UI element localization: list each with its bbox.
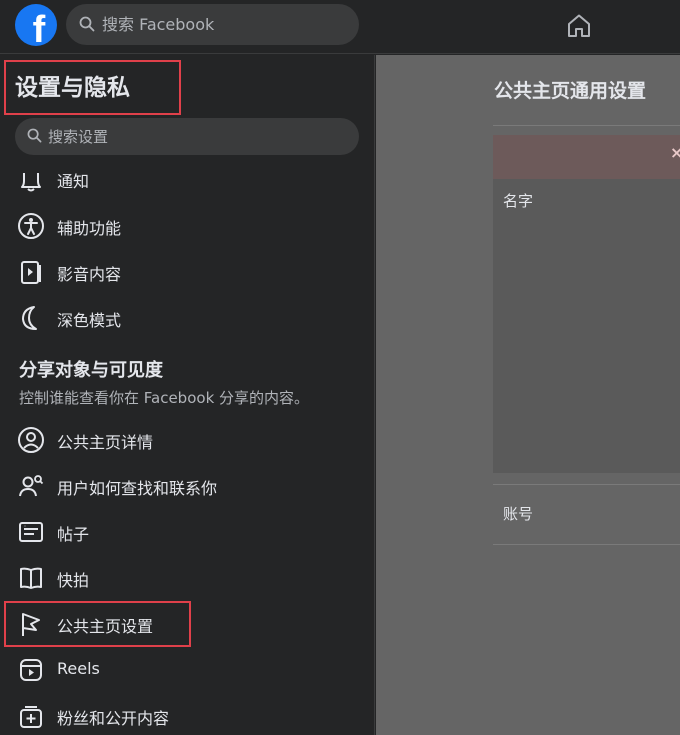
sidebar-item-accessibility[interactable]: 辅助功能 xyxy=(0,203,374,247)
sidebar-item-label: 辅助功能 xyxy=(57,219,122,238)
settings-search-input[interactable] xyxy=(48,118,348,155)
close-icon[interactable]: × xyxy=(670,143,680,162)
sidebar-item-label: 公共主页详情 xyxy=(57,433,154,452)
find-people-icon xyxy=(19,475,44,497)
sidebar-item-label: 粉丝和公开内容 xyxy=(57,709,170,728)
divider xyxy=(493,484,680,485)
profile-icon xyxy=(18,427,44,453)
sidebar-item-label: 深色模式 xyxy=(57,311,122,330)
highlight-box-page-settings xyxy=(4,601,191,647)
bell-icon xyxy=(21,173,41,192)
home-button[interactable] xyxy=(564,11,594,41)
account-field-label[interactable]: 账号 xyxy=(503,503,533,524)
sidebar-item-dark-mode[interactable]: 深色模式 xyxy=(0,295,374,339)
reels-icon xyxy=(20,659,42,681)
sidebar-item-followers[interactable]: 粉丝和公开内容 xyxy=(0,693,374,735)
moon-icon xyxy=(22,306,37,330)
posts-icon xyxy=(19,522,43,542)
sidebar-item-label: 通知 xyxy=(57,172,90,191)
name-panel: × 名字 xyxy=(493,135,680,473)
section-title: 分享对象与可见度 xyxy=(19,360,163,381)
settings-sidebar: 设置与隐私 通知 辅助功能 影音内容 深色模式 分享对象与可见度 控制谁能查看你… xyxy=(0,55,375,735)
top-bar: f xyxy=(0,0,680,54)
sidebar-item-stories[interactable]: 快拍 xyxy=(0,555,374,599)
top-search-input[interactable] xyxy=(102,4,352,45)
sidebar-item-label: 快拍 xyxy=(57,571,90,590)
search-icon xyxy=(27,128,42,143)
main-content: 公共主页通用设置 × 名字 账号 xyxy=(376,55,680,735)
stories-icon xyxy=(20,567,42,589)
facebook-logo-letter: f xyxy=(32,9,46,46)
divider xyxy=(493,125,680,126)
page-title: 公共主页通用设置 xyxy=(494,80,647,102)
sidebar-item-find-contact[interactable]: 用户如何查找和联系你 xyxy=(0,463,374,507)
highlight-box-title xyxy=(4,60,181,115)
sidebar-item-media[interactable]: 影音内容 xyxy=(0,249,374,293)
settings-search-box[interactable] xyxy=(15,118,359,155)
accessibility-icon xyxy=(18,213,44,239)
sidebar-item-label: 用户如何查找和联系你 xyxy=(57,479,218,498)
sidebar-item-notifications[interactable]: 通知 xyxy=(0,159,374,203)
sidebar-item-posts[interactable]: 帖子 xyxy=(0,509,374,553)
section-description: 控制谁能查看你在 Facebook 分享的内容。 xyxy=(19,389,310,407)
media-icon xyxy=(21,261,41,284)
followers-icon xyxy=(20,706,42,728)
name-field-label: 名字 xyxy=(503,192,534,210)
notice-banner: × xyxy=(493,135,680,179)
sidebar-item-profile-details[interactable]: 公共主页详情 xyxy=(0,417,374,461)
sidebar-item-label: Reels xyxy=(57,659,100,678)
top-search-box[interactable] xyxy=(66,4,359,45)
sidebar-item-label: 帖子 xyxy=(57,525,90,544)
sidebar-item-label: 影音内容 xyxy=(57,265,122,284)
search-icon xyxy=(79,16,95,32)
facebook-logo-icon[interactable]: f xyxy=(15,4,57,46)
divider xyxy=(493,544,680,545)
sidebar-item-reels[interactable]: Reels xyxy=(0,647,374,691)
home-icon xyxy=(568,14,590,37)
